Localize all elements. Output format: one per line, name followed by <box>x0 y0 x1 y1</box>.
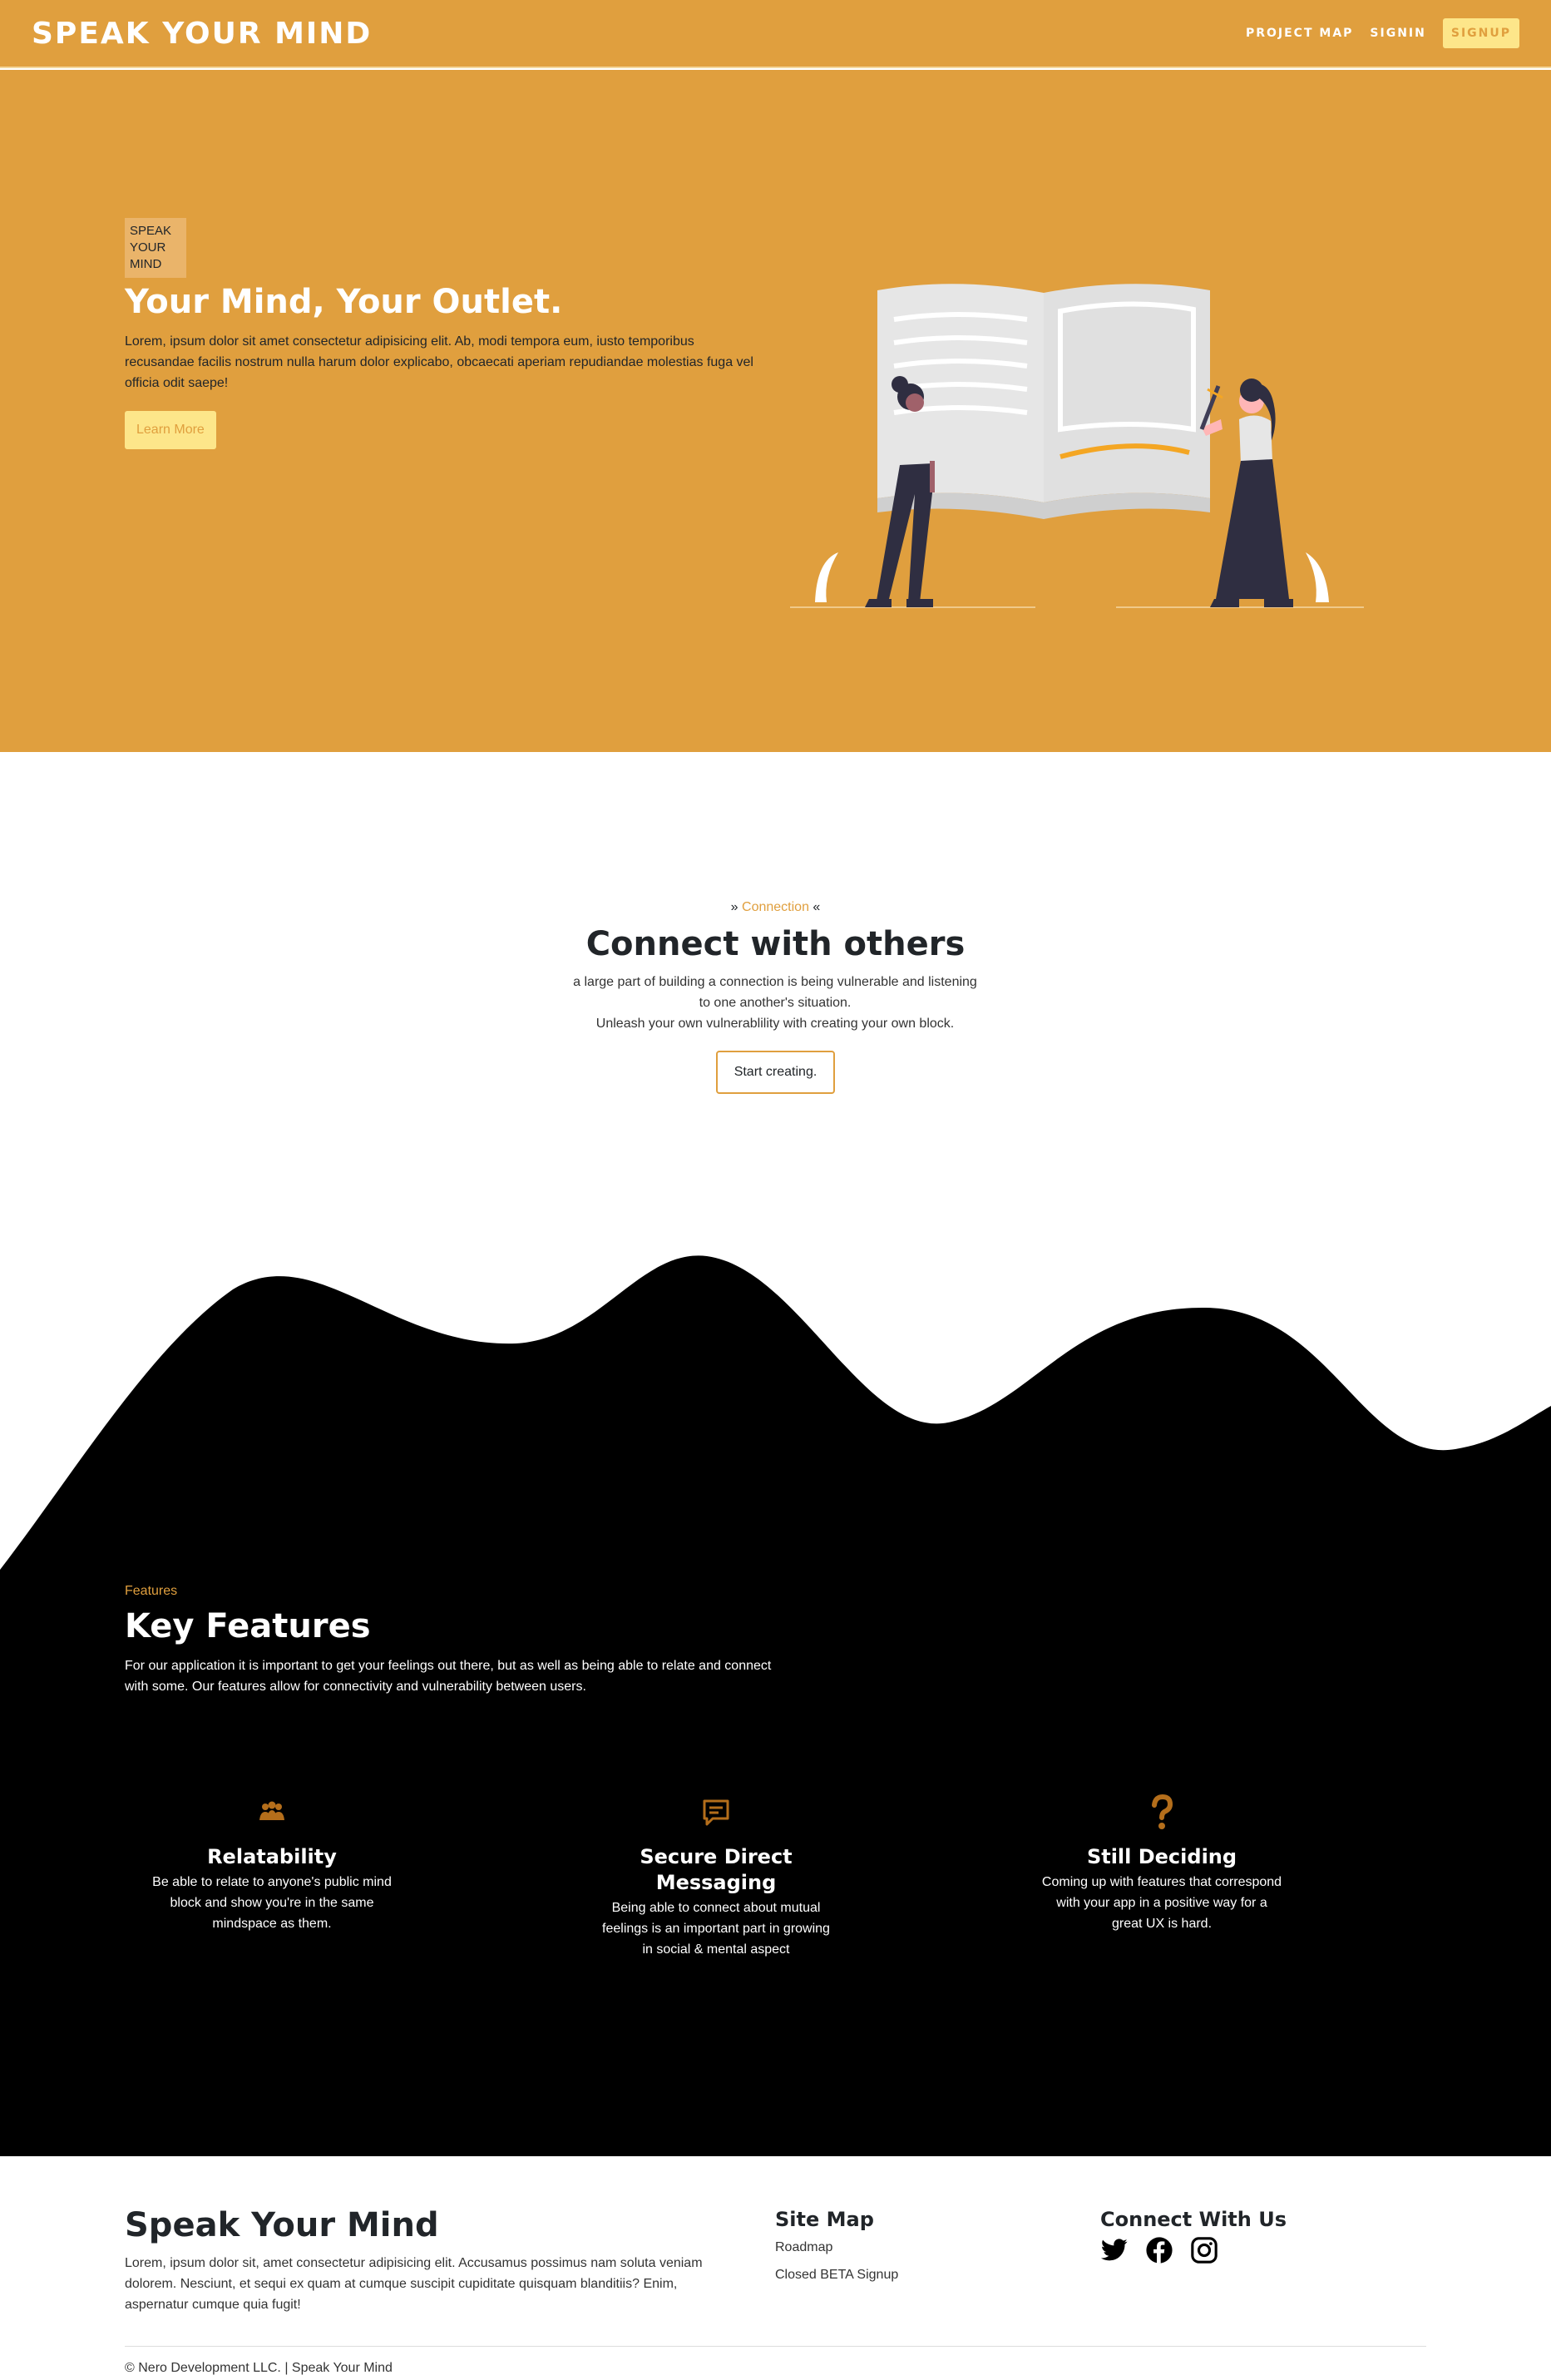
copyright-text: © Nero Development LLC. | Speak Your Min… <box>125 2361 393 2375</box>
features-eyebrow: Features <box>125 1584 178 1598</box>
hero-badge: SPEAK YOUR MIND <box>125 218 186 278</box>
feature-secure-messaging: Secure Direct Messaging Being able to co… <box>595 1793 837 1960</box>
message-icon <box>703 1799 729 1826</box>
social-links <box>1100 2236 1218 2264</box>
eyebrow-left-mark: » <box>730 900 743 914</box>
connection-eyebrow: » Connection « <box>0 900 1551 915</box>
feature-name: Secure Direct Messaging <box>640 1845 793 1894</box>
feature-desc: Being able to connect about mutual feeli… <box>602 1901 830 1957</box>
features-text: For our application it is important to g… <box>125 1659 772 1694</box>
hero-text: Lorem, ipsum dolor sit amet consectetur … <box>125 334 753 390</box>
feature-desc: Coming up with features that correspond … <box>1041 1875 1282 1931</box>
facebook-icon[interactable] <box>1145 2236 1173 2264</box>
nav-link-project-map[interactable]: PROJECT MAP <box>1246 27 1353 40</box>
footer-link-beta-signup[interactable]: Closed BETA Signup <box>775 2268 898 2283</box>
eyebrow-accent: Connection <box>742 900 809 914</box>
features-title: Key Features <box>125 1607 371 1645</box>
footer-divider <box>125 2346 1426 2347</box>
connection-text: a large part of building a connection is… <box>567 972 983 1034</box>
feature-name: Still Deciding <box>1086 1845 1237 1868</box>
feature-still-deciding: Still Deciding Coming up with features t… <box>1041 1793 1282 1934</box>
feature-desc: Be able to relate to anyone's public min… <box>152 1875 392 1931</box>
nav-link-signin[interactable]: SIGNIN <box>1370 27 1425 40</box>
connection-text-line-1: a large part of building a connection is… <box>573 975 977 1010</box>
sitemap-heading: Site Map <box>775 2208 874 2231</box>
wave-divider <box>0 1255 1551 1581</box>
eyebrow-right-mark: « <box>808 900 821 914</box>
hero-illustration <box>790 284 1364 608</box>
footer-link-roadmap[interactable]: Roadmap <box>775 2240 832 2255</box>
learn-more-button[interactable]: Learn More <box>125 411 216 449</box>
feature-relatability: Relatability Be able to relate to anyone… <box>151 1793 393 1934</box>
connection-title: Connect with others <box>585 925 966 963</box>
hero-title: Your Mind, Your Outlet. <box>125 283 563 321</box>
people-icon <box>259 1801 284 1820</box>
twitter-icon[interactable] <box>1100 2236 1129 2264</box>
connect-heading: Connect With Us <box>1100 2208 1287 2231</box>
brand-logo[interactable]: SPEAK YOUR MIND <box>32 17 372 51</box>
top-navbar: SPEAK YOUR MIND PROJECT MAP SIGNIN SIGNU… <box>0 0 1551 68</box>
feature-name: Relatability <box>207 1845 337 1868</box>
question-icon <box>1152 1794 1173 1829</box>
footer-title: Speak Your Mind <box>125 2206 439 2244</box>
instagram-icon[interactable] <box>1190 2236 1218 2264</box>
footer-text: Lorem, ipsum dolor sit, amet consectetur… <box>125 2256 703 2312</box>
connection-text-line-2: Unleash your own vulnerablility with cre… <box>595 1017 955 1031</box>
nav-signup-button[interactable]: SIGNUP <box>1442 18 1519 48</box>
start-creating-button[interactable]: Start creating. <box>716 1051 835 1094</box>
nav-links: PROJECT MAP SIGNIN SIGNUP <box>1246 18 1519 48</box>
hero-section: SPEAK YOUR MIND Your Mind, Your Outlet. … <box>0 70 1551 752</box>
